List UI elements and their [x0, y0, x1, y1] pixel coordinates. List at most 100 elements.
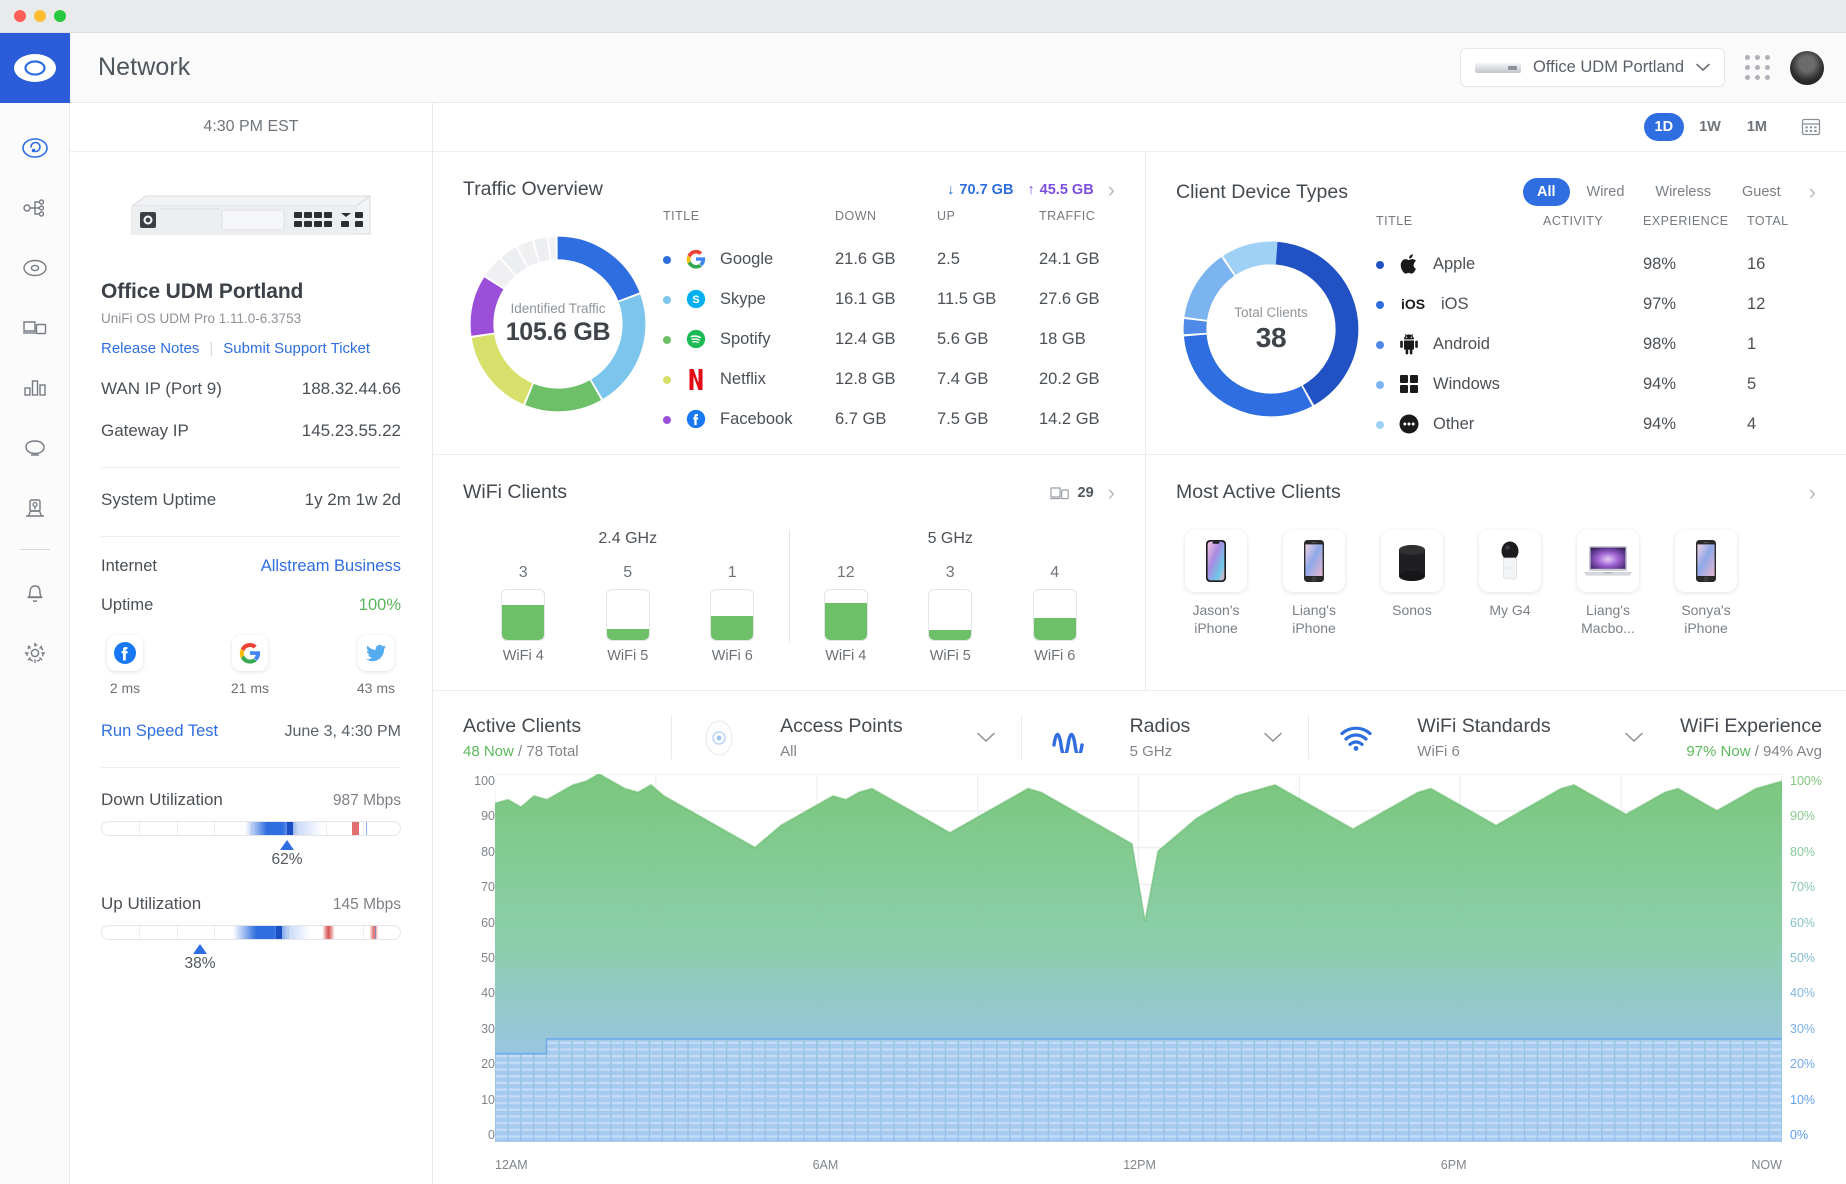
google-icon — [231, 635, 268, 671]
sidebar-item-alerts[interactable] — [12, 570, 58, 616]
window-zoom-button[interactable] — [54, 10, 66, 22]
table-row[interactable]: iOS iOS 97% 12 — [1376, 284, 1816, 324]
table-row[interactable]: Apple 98% 16 — [1376, 244, 1816, 284]
uptime-label: Uptime — [101, 596, 154, 614]
site-device-thumbnail-icon — [1475, 62, 1521, 73]
time-range-1w[interactable]: 1W — [1688, 113, 1732, 141]
down-utilization-label: Down Utilization — [101, 790, 223, 809]
list-item[interactable]: Liang's iPhone — [1276, 530, 1352, 638]
unifi-logo[interactable] — [0, 33, 70, 103]
traffic-overview-expand-chevron-icon[interactable]: › — [1108, 178, 1115, 201]
filter-all[interactable]: All — [1522, 178, 1570, 206]
local-time: 4:30 PM EST — [70, 103, 432, 152]
access-points-selector[interactable]: Access Points All — [698, 715, 995, 760]
list-item[interactable]: Sonya's iPhone — [1668, 530, 1744, 638]
wifi-standards-value: WiFi 6 — [1417, 743, 1460, 760]
avatar[interactable] — [1790, 50, 1824, 85]
down-utilization-bar[interactable] — [101, 821, 401, 836]
client-donut-value: 38 — [1255, 321, 1287, 353]
sidebar-item-topology[interactable] — [12, 185, 58, 231]
x-tick: 6AM — [812, 1158, 839, 1172]
wifi-bar[interactable]: 3 WiFi 5 — [928, 564, 973, 664]
wifi-shape-icon — [24, 440, 45, 456]
submit-support-ticket-link[interactable]: Submit Support Ticket — [223, 340, 370, 357]
divider — [101, 536, 401, 537]
devices-icon — [22, 259, 47, 277]
app-name: Google — [720, 249, 774, 268]
wifi-bar[interactable]: 3 WiFi 4 — [501, 564, 546, 664]
time-range-1d[interactable]: 1D — [1643, 113, 1685, 141]
chart-area[interactable]: 12AM 6AM 12PM 6PM NOW — [494, 772, 1783, 1176]
gateway-ip-value: 145.23.55.22 — [301, 421, 401, 440]
experience-value: 94% — [1643, 374, 1677, 393]
time-range-toolbar: 1D 1W 1M — [433, 103, 1846, 152]
y2-tick: 100% — [1790, 774, 1822, 788]
device-name: Office UDM Portland — [101, 280, 304, 303]
table-row[interactable]: Other 94% 4 — [1376, 404, 1816, 444]
site-picker[interactable]: Office UDM Portland — [1460, 48, 1725, 87]
legend-dot — [1376, 420, 1384, 429]
sidebar-item-dashboard[interactable] — [12, 125, 58, 171]
most-active-clients-expand-chevron-icon[interactable]: › — [1809, 481, 1816, 504]
release-notes-link[interactable]: Release Notes — [101, 340, 199, 357]
wifi-bar[interactable]: 12 WiFi 4 — [823, 564, 868, 664]
sidebar-item-settings[interactable] — [12, 630, 58, 676]
radios-title: Radios — [1129, 715, 1191, 737]
filter-wired[interactable]: Wired — [1573, 178, 1639, 206]
sidebar-item-clients[interactable] — [12, 305, 58, 351]
active-clients-chart-card: Active Clients 48 Now / 78 Total Access … — [433, 691, 1846, 1184]
y-tick: 80 — [481, 844, 495, 859]
gear-icon — [24, 642, 45, 664]
uptime-value: 100% — [358, 596, 401, 614]
device-name: Other — [1433, 414, 1475, 433]
apps-grid-icon[interactable] — [1741, 51, 1774, 84]
calendar-icon[interactable] — [1800, 116, 1822, 138]
table-row[interactable]: Spotify 12.4 GB 5.6 GB 18 GB — [663, 319, 1115, 359]
traffic-overview-card: Traffic Overview ↓ 70.7 GB ↑ 45.5 GB › I… — [433, 152, 1146, 454]
list-item[interactable]: Liang's Macbo... — [1570, 530, 1646, 638]
internet-provider-link[interactable]: Allstream Business — [261, 557, 401, 576]
up-utilization-bar[interactable] — [101, 925, 401, 940]
sidebar-item-wifi[interactable] — [12, 425, 58, 471]
window-close-button[interactable] — [14, 10, 26, 22]
sidebar-item-devices[interactable] — [12, 245, 58, 291]
list-item[interactable]: Jason's iPhone — [1178, 530, 1254, 638]
table-row[interactable]: Google 21.6 GB 2.5 24.1 GB — [663, 239, 1115, 279]
y2-tick: 70% — [1790, 880, 1816, 895]
total-value: 5 — [1747, 374, 1757, 393]
radios-selector[interactable]: Radios 5 GHz — [1048, 715, 1283, 760]
total-value: 4 — [1747, 414, 1757, 433]
table-row[interactable]: Netflix 12.8 GB 7.4 GB 20.2 GB — [663, 359, 1115, 399]
wifi-bar[interactable]: 4 WiFi 6 — [1032, 564, 1077, 664]
traffic-up-total: ↑ 45.5 GB — [1027, 181, 1094, 198]
traffic-donut-chart: Identified Traffic 105.6 GB — [463, 229, 653, 419]
wifi-clients-card: WiFi Clients 29 › 2.4 GHz 3 WiFi 4 5 WiF… — [433, 455, 1146, 690]
table-row[interactable]: S Skype 16.1 GB 11.5 GB 27.6 GB — [663, 279, 1115, 319]
filter-wireless[interactable]: Wireless — [1641, 178, 1725, 206]
wifi-bar[interactable]: 1 WiFi 6 — [710, 564, 755, 664]
table-row[interactable]: Android 98% 1 — [1376, 324, 1816, 364]
iphone-8-icon — [1283, 530, 1345, 592]
network-topology-icon — [21, 138, 48, 158]
speed-test-timestamp: June 3, 4:30 PM — [284, 723, 401, 740]
sidebar-item-insights[interactable] — [12, 485, 58, 531]
run-speed-test-button[interactable]: Run Speed Test — [101, 722, 218, 741]
up-value: 7.4 GB — [937, 369, 989, 388]
wifi-clients-expand-chevron-icon[interactable]: › — [1108, 481, 1115, 504]
window-minimize-button[interactable] — [34, 10, 46, 22]
table-row[interactable]: Facebook 6.7 GB 7.5 GB 14.2 GB — [663, 399, 1115, 439]
sidebar-item-statistics[interactable] — [12, 365, 58, 411]
client-name: Liang's iPhone — [1292, 602, 1336, 636]
statistics-icon — [23, 380, 46, 396]
divider — [1308, 715, 1310, 759]
wifi-standards-title: WiFi Standards — [1417, 715, 1551, 737]
table-row[interactable]: Windows 94% 5 — [1376, 364, 1816, 404]
filter-guest[interactable]: Guest — [1728, 178, 1795, 206]
client-device-types-expand-chevron-icon[interactable]: › — [1809, 181, 1816, 203]
wifi-bar[interactable]: 5 WiFi 5 — [605, 564, 650, 664]
time-range-1m[interactable]: 1M — [1736, 113, 1778, 141]
app-name: Netflix — [720, 369, 766, 388]
list-item[interactable]: Sonos — [1374, 530, 1450, 638]
list-item[interactable]: My G4 — [1472, 530, 1548, 638]
wifi-standards-selector[interactable]: WiFi Standards WiFi 6 — [1335, 715, 1643, 760]
